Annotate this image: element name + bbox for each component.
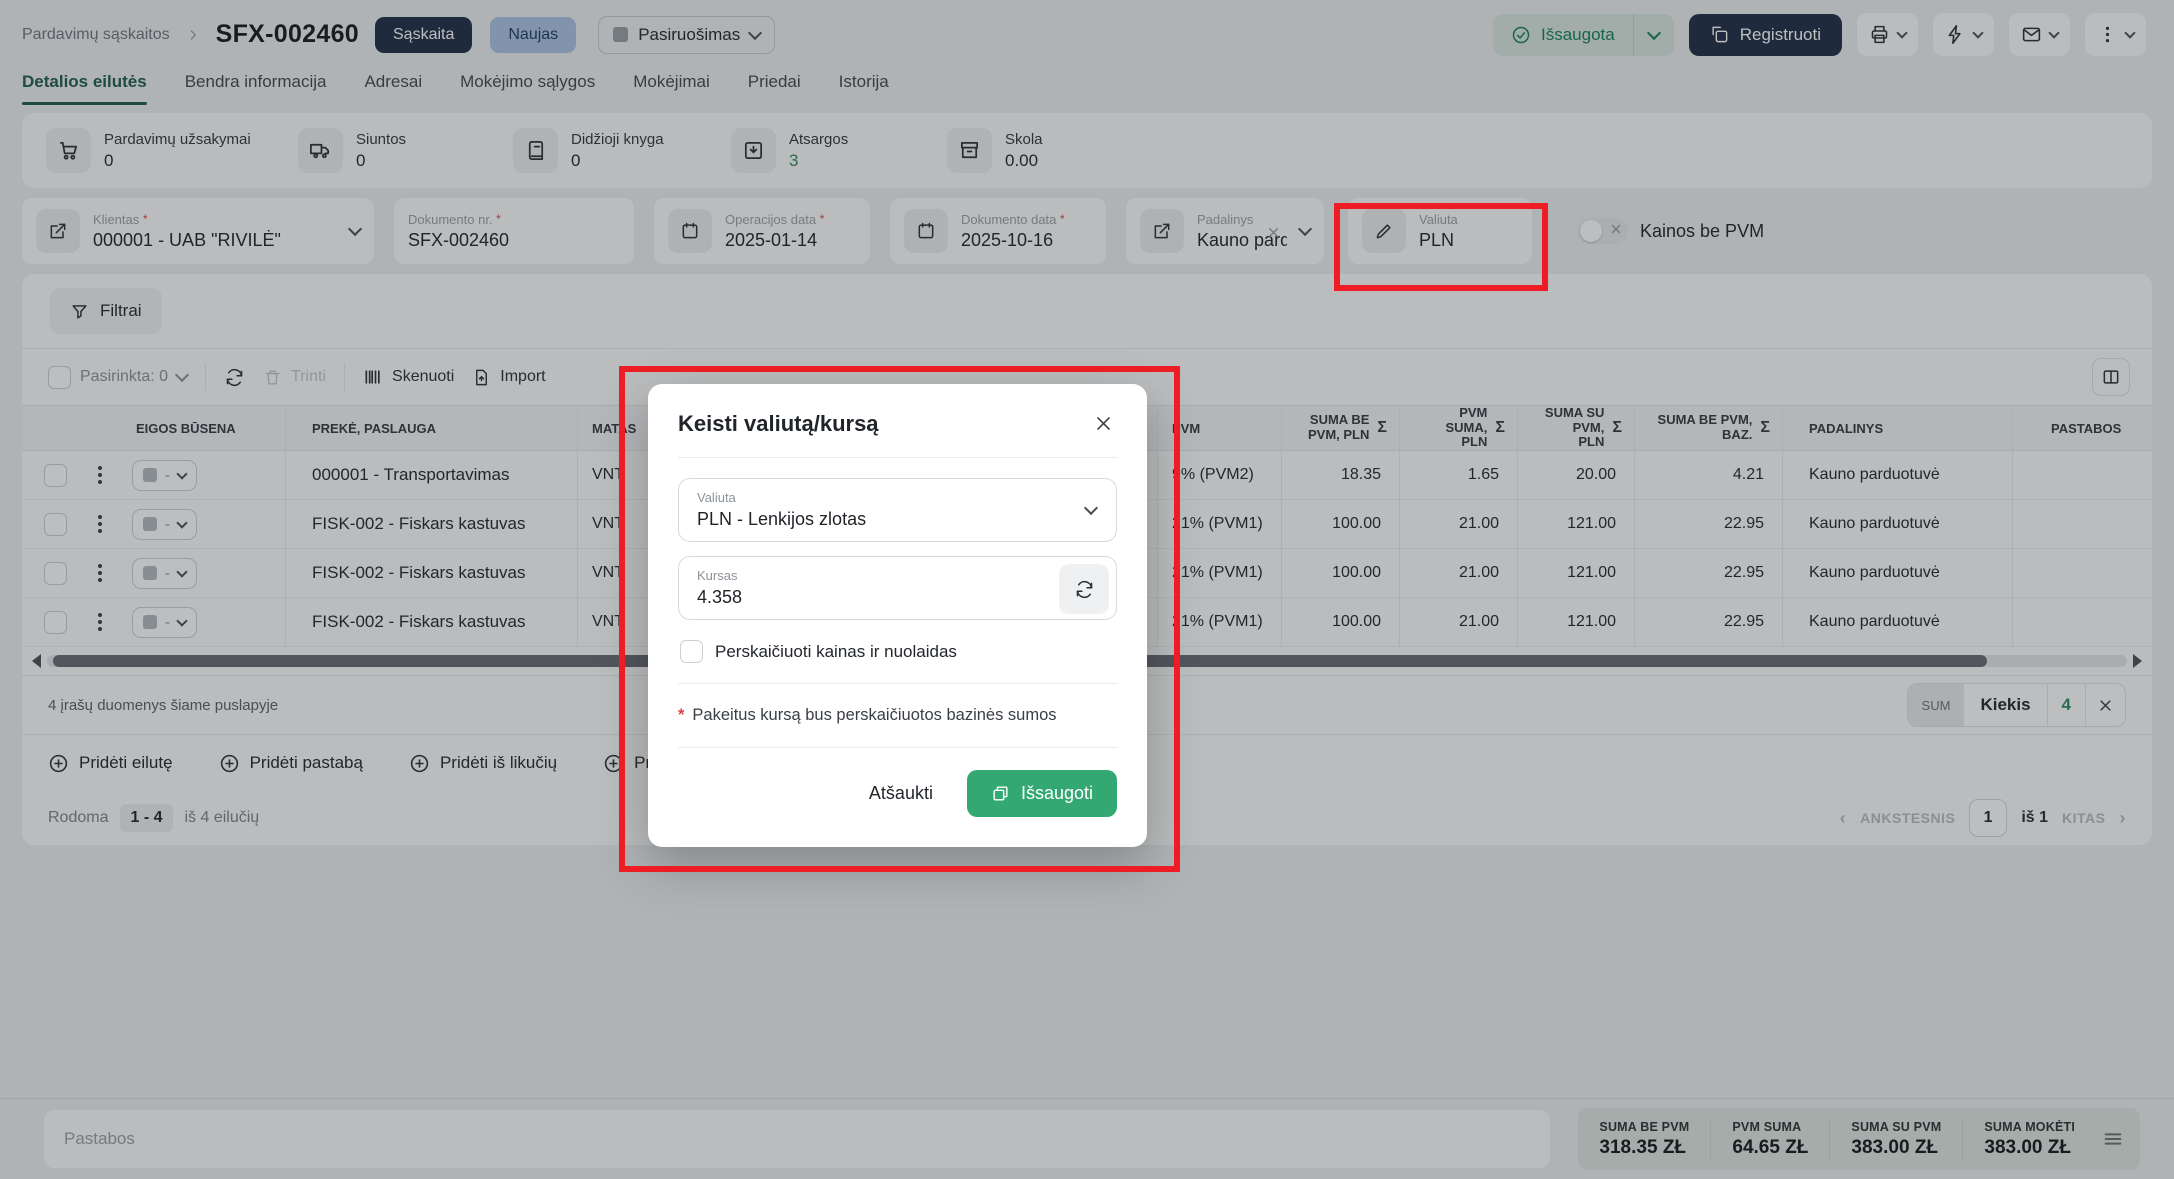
refresh-rate-button[interactable] (1059, 564, 1109, 614)
close-icon[interactable] (1090, 410, 1117, 437)
warning-asterisk: * (678, 706, 684, 725)
recalculate-checkbox-row[interactable]: Perskaičiuoti kainas ir nuolaidas (680, 640, 1115, 663)
save-button[interactable]: Išsaugoti (967, 770, 1117, 817)
cancel-button[interactable]: Atšaukti (869, 783, 933, 804)
modal-title: Keisti valiutą/kursą (678, 411, 879, 437)
refresh-icon (1074, 579, 1095, 600)
rate-input[interactable] (697, 587, 997, 608)
app-root: Pardavimų sąskaitos SFX-002460 Sąskaita … (0, 0, 2174, 1179)
modal-currency-select[interactable]: Valiuta PLN - Lenkijos zlotas (678, 478, 1117, 542)
recalculate-checkbox[interactable] (680, 640, 703, 663)
change-currency-modal: Keisti valiutą/kursą Valiuta PLN - Lenki… (648, 384, 1147, 847)
save-icon (991, 784, 1010, 803)
modal-rate-field: Kursas (678, 556, 1117, 620)
rate-warning: * Pakeitus kursą bus perskaičiuotos bazi… (678, 704, 1117, 727)
